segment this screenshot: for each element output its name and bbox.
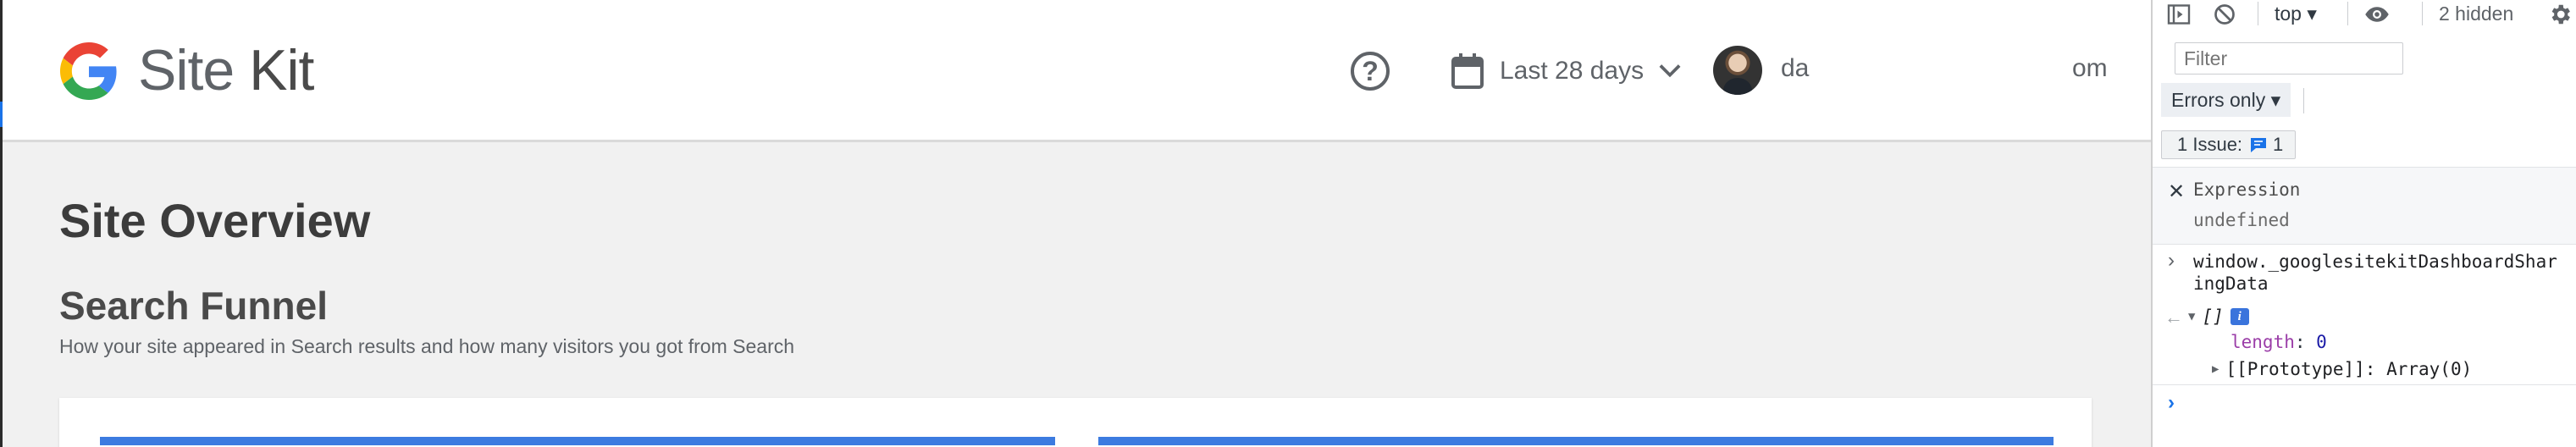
property-value: 0	[2316, 332, 2327, 352]
console-toolbar: top ▾ 2 hidden	[2153, 0, 2576, 29]
log-levels-dropdown[interactable]: Errors only ▾	[2161, 83, 2291, 117]
chevron-down-icon	[1659, 64, 1681, 78]
info-icon[interactable]: i	[2230, 308, 2249, 325]
input-prompt-icon: ›	[2168, 249, 2175, 272]
toolbar-divider	[2422, 2, 2423, 25]
date-range-selector[interactable]: Last 28 days	[1451, 47, 1681, 95]
help-icon: ?	[1362, 56, 1379, 86]
google-logo-icon	[60, 42, 117, 100]
issues-label: 1 Issue:	[2177, 134, 2243, 155]
brand-secondary: Kit	[234, 38, 314, 102]
length-property-row: length: 0	[2231, 332, 2327, 352]
funnel-bar-left	[100, 437, 1055, 445]
user-avatar[interactable]	[1713, 46, 1762, 95]
sitekit-dashboard: Site Kit ? Last 28 days da om Site Overv…	[0, 0, 2151, 447]
user-email-prefix[interactable]: da	[1781, 54, 1809, 83]
console-divider	[2153, 384, 2576, 385]
toolbar-divider	[2347, 2, 2348, 25]
context-selector[interactable]: top ▾	[2275, 0, 2317, 29]
brand-title: Site Kit	[138, 37, 314, 103]
result-array-value: []	[2202, 306, 2224, 327]
date-range-label: Last 28 days	[1500, 57, 1645, 85]
issue-count: 1	[2273, 134, 2284, 155]
console-filter-input[interactable]	[2175, 42, 2403, 74]
console-divider	[2153, 244, 2576, 245]
clear-console-icon[interactable]	[2212, 2, 2237, 27]
close-icon[interactable]: ✕	[2168, 179, 2185, 204]
brand-primary: Site	[138, 38, 235, 102]
prototype-label: [[Prototype]]: Array(0)	[2225, 359, 2473, 379]
sidebar-toggle-icon[interactable]	[2166, 2, 2192, 27]
console-input-command: window._googlesitekitDashboardSharingDat…	[2193, 251, 2557, 294]
section-title: Search Funnel	[59, 284, 328, 328]
user-email-suffix[interactable]: om	[2072, 54, 2108, 83]
toolbar-divider	[2303, 88, 2304, 113]
property-colon: :	[2294, 332, 2317, 352]
prototype-row[interactable]: ▶ [[Prototype]]: Array(0)	[2212, 359, 2472, 379]
devtools-console-panel: top ▾ 2 hidden Errors only ▾ 1 Issue: 1 …	[2151, 0, 2576, 447]
expand-triangle-icon[interactable]: ▶	[2212, 362, 2219, 376]
issues-button[interactable]: 1 Issue: 1	[2161, 130, 2297, 159]
live-expression-input[interactable]: Expression	[2193, 179, 2300, 200]
hidden-messages-count: 2 hidden	[2439, 3, 2514, 25]
live-expression-value: undefined	[2193, 210, 2290, 230]
expand-triangle-icon[interactable]: ▼	[2188, 310, 2195, 323]
help-button[interactable]: ?	[1351, 52, 1390, 91]
return-value-icon: ←	[2164, 306, 2183, 328]
message-icon	[2251, 138, 2267, 152]
funnel-bar-right	[1098, 437, 2054, 445]
page-title: Site Overview	[59, 194, 371, 247]
result-array-row[interactable]: ▼ [] i	[2188, 306, 2249, 327]
calendar-icon	[1451, 53, 1484, 89]
sitekit-header: Site Kit ? Last 28 days da om	[3, 0, 2151, 142]
search-funnel-card	[59, 398, 2092, 447]
issue-count-badge: 1	[2249, 131, 2283, 158]
property-key: length	[2231, 332, 2295, 352]
console-prompt-caret-icon[interactable]: ›	[2168, 391, 2175, 415]
live-expression-eye-icon[interactable]	[2364, 2, 2390, 27]
settings-gear-icon[interactable]	[2547, 2, 2573, 27]
section-description: How your site appeared in Search results…	[59, 335, 795, 357]
